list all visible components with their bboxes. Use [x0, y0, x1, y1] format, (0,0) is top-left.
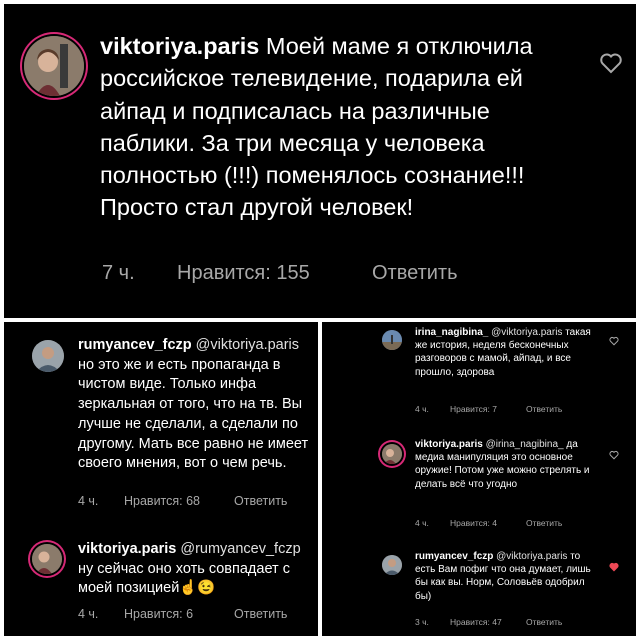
right-comment-1-time: 4 ч. [415, 404, 429, 414]
heart-outline-icon[interactable] [609, 450, 619, 460]
left-comment-2-time: 4 ч. [78, 607, 99, 621]
main-comment-time: 7 ч. [102, 262, 135, 284]
left-comment-2-body: ну сейчас оно хоть совпадает с моей пози… [78, 560, 290, 597]
avatar-photo-icon [24, 36, 84, 96]
right-thread-panel: irina_nagibina_ @viktoriya.paris такая ж… [322, 322, 636, 636]
right-comment-2-meta: 4 ч. Нравится: 4 Ответить [415, 518, 562, 528]
right-comment-3-mention[interactable]: @viktoriya.paris [496, 551, 567, 562]
right-comment-1-reply-button[interactable]: Ответить [526, 404, 562, 414]
heart-outline-icon[interactable] [609, 336, 619, 346]
left-comment-2-username[interactable]: viktoriya.paris [78, 541, 176, 557]
left-comment-1-mention[interactable]: @viktoriya.paris [196, 337, 299, 353]
left-comment-1-body: но это же и есть пропаганда в чистом вид… [78, 356, 309, 472]
left-comment-1-username[interactable]: rumyancev_fczp [78, 337, 192, 353]
right-comment-3-likes[interactable]: Нравится: 47 [450, 617, 526, 627]
right-comment-1-meta: 4 ч. Нравится: 7 Ответить [415, 404, 562, 414]
avatar-photo-icon [32, 340, 64, 372]
right-comment-2-text: viktoriya.paris @irina_nagibina_ да меди… [415, 438, 600, 491]
main-comment-likes[interactable]: Нравится: 155 [177, 262, 372, 285]
right-comment-2-time: 4 ч. [415, 518, 429, 528]
right-comment-3-text: rumyancev_fczp @viktoriya.paris то есть … [415, 550, 600, 603]
right-comment-3-meta: 3 ч. Нравится: 47 Ответить [415, 617, 562, 627]
heart-filled-icon[interactable] [609, 562, 619, 572]
left-comment-2-text: viktoriya.paris @rumyancev_fczp ну сейча… [78, 540, 314, 599]
left-comment-1-reply-button[interactable]: Ответить [234, 494, 287, 508]
left-comment-2-likes[interactable]: Нравится: 6 [124, 607, 234, 621]
avatar-viktoriya[interactable] [32, 544, 62, 574]
left-thread-panel: rumyancev_fczp @viktoriya.paris но это ж… [4, 322, 318, 636]
left-comment-1-likes[interactable]: Нравится: 68 [124, 494, 234, 508]
left-comment-1-meta: 4 ч. Нравится: 68 Ответить [78, 494, 287, 508]
avatar-irina[interactable] [382, 330, 402, 350]
avatar-photo-icon [32, 544, 62, 574]
avatar-photo-icon [382, 444, 402, 464]
avatar-photo-icon [382, 555, 402, 575]
right-comment-1-username[interactable]: irina_nagibina_ [415, 327, 488, 338]
avatar-rumyancev[interactable] [382, 555, 402, 575]
right-comment-3-time: 3 ч. [415, 617, 429, 627]
main-comment-username[interactable]: viktoriya.paris [100, 33, 259, 59]
avatar-rumyancev[interactable] [32, 340, 64, 372]
right-comment-1-likes[interactable]: Нравится: 7 [450, 404, 526, 414]
left-comment-2-meta: 4 ч. Нравится: 6 Ответить [78, 607, 287, 621]
avatar-viktoriya[interactable] [382, 444, 402, 464]
right-comment-2-likes[interactable]: Нравится: 4 [450, 518, 526, 528]
right-comment-1-text: irina_nagibina_ @viktoriya.paris такая ж… [415, 326, 600, 379]
avatar-viktoriya[interactable] [24, 36, 84, 96]
main-comment-reply-button[interactable]: Ответить [372, 262, 458, 285]
right-comment-2-mention[interactable]: @irina_nagibina_ [486, 439, 564, 450]
avatar-photo-icon [382, 330, 402, 350]
heart-outline-icon[interactable] [599, 52, 623, 74]
left-comment-2-reply-button[interactable]: Ответить [234, 607, 287, 621]
right-comment-3-reply-button[interactable]: Ответить [526, 617, 562, 627]
right-comment-1-mention[interactable]: @viktoriya.paris [491, 327, 562, 338]
left-comment-1-text: rumyancev_fczp @viktoriya.paris но это ж… [78, 336, 314, 474]
right-comment-2-reply-button[interactable]: Ответить [526, 518, 562, 528]
right-comment-2-username[interactable]: viktoriya.paris [415, 439, 483, 450]
right-comment-3-username[interactable]: rumyancev_fczp [415, 551, 493, 562]
main-comment-panel: viktoriya.paris Моей маме я отключила ро… [4, 4, 636, 318]
left-comment-2-mention[interactable]: @rumyancev_fczp [180, 541, 300, 557]
left-comment-1-time: 4 ч. [78, 494, 99, 508]
main-comment-body: Моей маме я отключила российское телевид… [100, 33, 533, 221]
main-comment-meta: 7 ч. Нравится: 155 Ответить [102, 262, 458, 285]
main-comment-text: viktoriya.paris Моей маме я отключила ро… [100, 30, 570, 224]
